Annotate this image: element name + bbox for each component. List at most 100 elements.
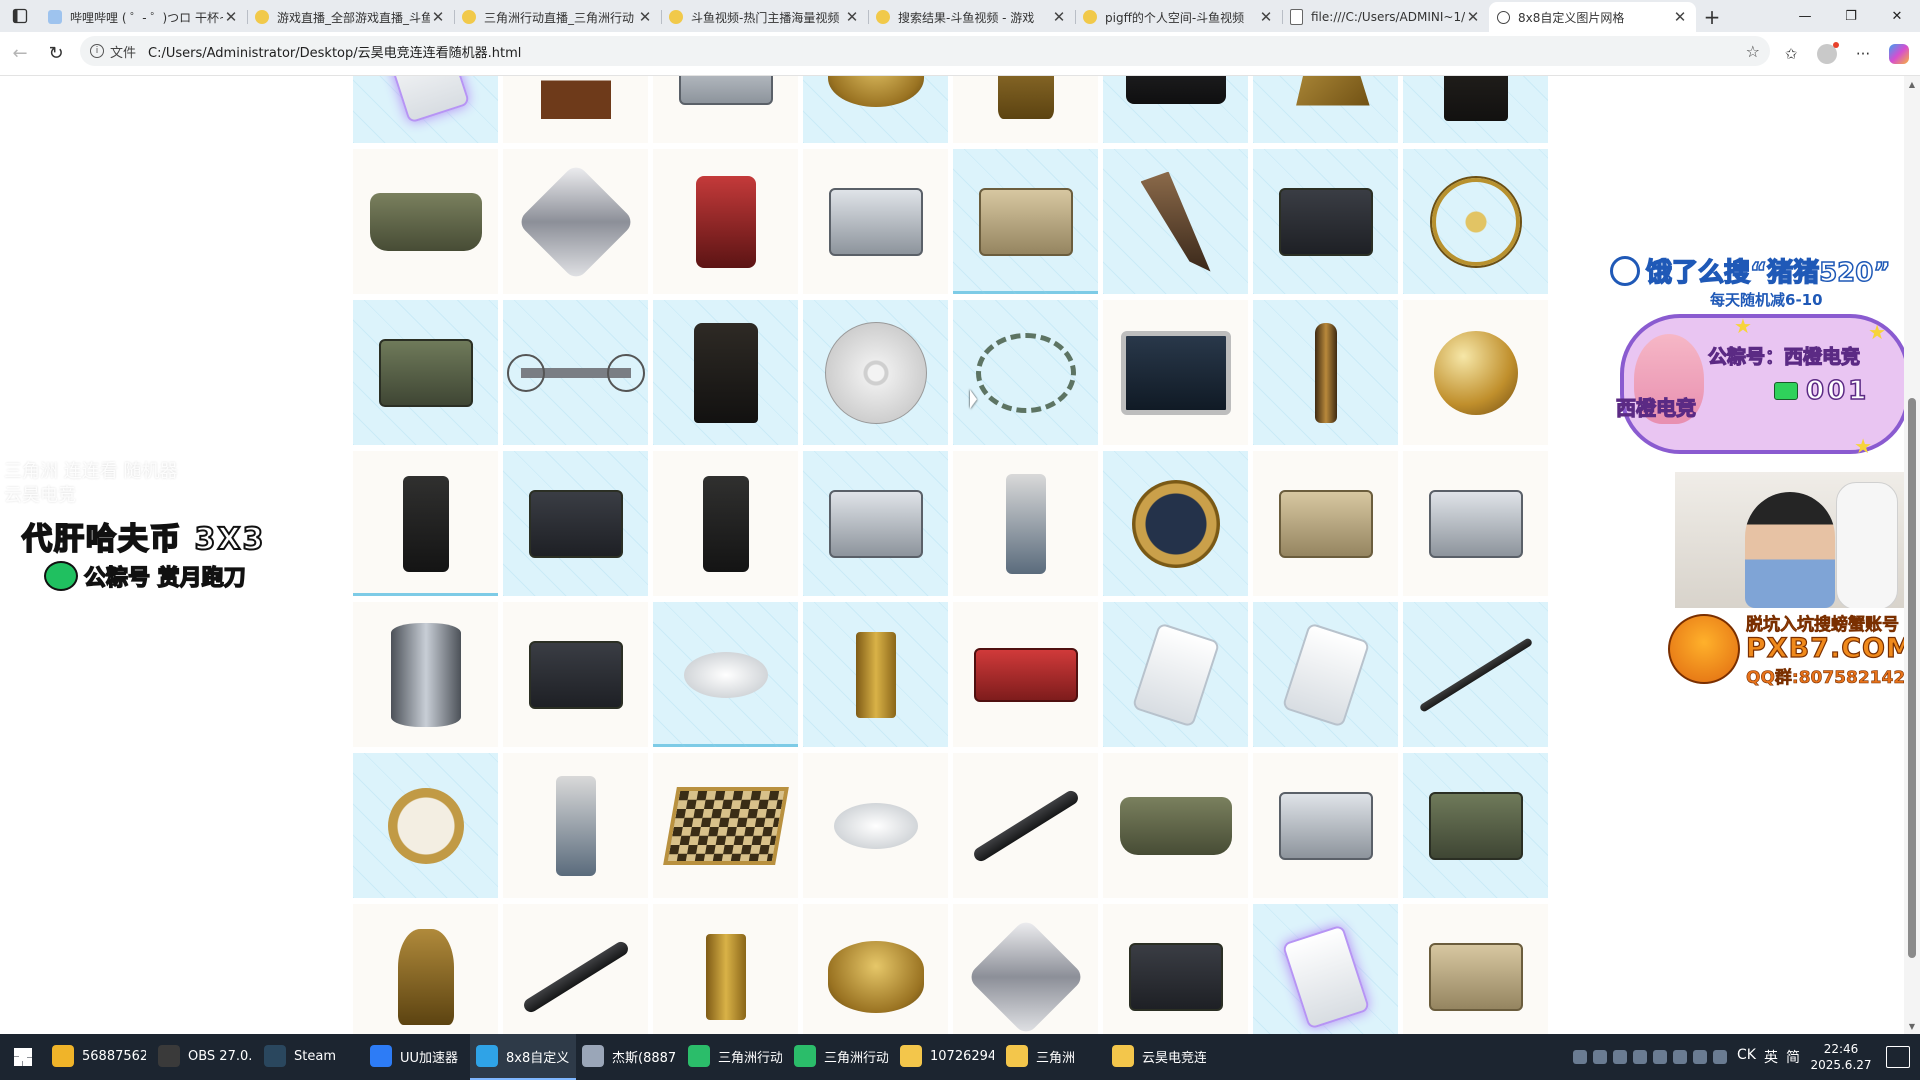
- grid-cell-gold-watch[interactable]: [1103, 451, 1248, 596]
- ime-indicator[interactable]: 简: [1786, 1047, 1800, 1067]
- grid-cell-gramophone[interactable]: [503, 76, 648, 143]
- grid-cell-usb-drive[interactable]: [1103, 602, 1248, 747]
- minimize-button[interactable]: —: [1782, 0, 1828, 32]
- grid-cell-bronze-bust-2[interactable]: [353, 904, 498, 1034]
- grid-cell-medical-monitor[interactable]: [1253, 753, 1398, 898]
- taskbar-app[interactable]: OBS 27.0.1...: [152, 1034, 258, 1080]
- browser-tab[interactable]: file:///C:/Users/ADMINI~1/✕: [1282, 2, 1489, 32]
- grid-cell-missile-2[interactable]: [503, 904, 648, 1034]
- grid-cell-coffee-beans-bag[interactable]: [653, 300, 798, 445]
- grid-cell-military-crate[interactable]: [653, 76, 798, 143]
- grid-cell-data-disc[interactable]: [803, 300, 948, 445]
- grid-cell-fuel-canister[interactable]: [953, 602, 1098, 747]
- grid-cell-gold-bar-2[interactable]: [653, 904, 798, 1034]
- copilot-icon[interactable]: [1886, 41, 1912, 67]
- restore-button[interactable]: ❐: [1828, 0, 1874, 32]
- scroll-down-icon[interactable]: ▼: [1904, 1018, 1920, 1034]
- scroll-thumb[interactable]: [1908, 398, 1916, 958]
- grid-cell-server-stack[interactable]: [1253, 451, 1398, 596]
- info-icon[interactable]: i: [90, 44, 104, 58]
- grid-cell-champagne-bottle[interactable]: [1253, 300, 1398, 445]
- grid-cell-access-card[interactable]: [353, 76, 498, 143]
- taskbar-app[interactable]: UU加速器: [364, 1034, 470, 1080]
- grid-cell-access-card-2[interactable]: [1253, 904, 1398, 1034]
- grid-cell-missile[interactable]: [953, 753, 1098, 898]
- tray-app-icon[interactable]: [1593, 1050, 1608, 1064]
- grid-cell-quad-drone[interactable]: [503, 300, 648, 445]
- grid-cell-reactor-core[interactable]: [353, 602, 498, 747]
- grid-cell-circuit-board[interactable]: [1403, 904, 1548, 1034]
- notification-icon[interactable]: [1886, 1046, 1910, 1068]
- favorites-icon[interactable]: ✩: [1778, 41, 1804, 67]
- grid-cell-floor-vacuum[interactable]: [953, 451, 1098, 596]
- close-window-button[interactable]: ✕: [1874, 0, 1920, 32]
- clock[interactable]: 22:46 2025.6.27: [1810, 1041, 1872, 1073]
- taskbar-app[interactable]: 杰斯(8887...: [576, 1034, 682, 1080]
- grid-cell-military-radio-2[interactable]: [1403, 753, 1548, 898]
- grid-cell-coffee-machine[interactable]: [653, 451, 798, 596]
- browser-tab[interactable]: 8x8自定义图片网格 ✕: [1489, 2, 1696, 32]
- grid-cell-vr-headset[interactable]: [503, 602, 648, 747]
- browser-tab[interactable]: 三角洲行动直播_三角洲行动 ✕: [454, 2, 661, 32]
- taskbar-app[interactable]: 云昊电竞连...: [1106, 1034, 1212, 1080]
- grid-cell-jeweled-egg[interactable]: [1403, 300, 1548, 445]
- grid-cell-server-module[interactable]: [803, 149, 948, 294]
- browser-tab[interactable]: pigff的个人空间-斗鱼视频 ✕: [1075, 2, 1282, 32]
- page-scrollbar[interactable]: ▲ ▼: [1904, 76, 1920, 1034]
- start-button[interactable]: [0, 1034, 46, 1080]
- grid-cell-diamond[interactable]: [503, 149, 648, 294]
- tab-close-icon[interactable]: ✕: [1672, 8, 1688, 26]
- grid-cell-antique-rifle[interactable]: [1403, 602, 1548, 747]
- taskbar-app[interactable]: 三角洲行动: [788, 1034, 894, 1080]
- grid-cell-medical-robot-arm[interactable]: [503, 753, 648, 898]
- grid-cell-field-terminal[interactable]: [953, 149, 1098, 294]
- tray-app-icon[interactable]: [1633, 1050, 1648, 1064]
- grid-cell-satellite-dish[interactable]: [653, 602, 798, 747]
- grid-cell-battle-tank[interactable]: [1103, 753, 1248, 898]
- grid-cell-molecule-keychain[interactable]: [953, 300, 1098, 445]
- taskbar-app[interactable]: 56887562-...: [46, 1034, 152, 1080]
- grid-cell-caviar-tin[interactable]: [803, 76, 948, 143]
- menu-icon[interactable]: ···: [1850, 41, 1876, 67]
- browser-tab[interactable]: 游戏直播_全部游戏直播_斗鱼 ✕: [247, 2, 454, 32]
- grid-cell-diamond-2[interactable]: [953, 904, 1098, 1034]
- scroll-up-icon[interactable]: ▲: [1904, 76, 1920, 92]
- grid-cell-horn-fang[interactable]: [1103, 149, 1248, 294]
- volume-icon[interactable]: [1713, 1050, 1728, 1064]
- grid-cell-blade-server[interactable]: [1403, 451, 1548, 596]
- new-tab-button[interactable]: +: [1696, 2, 1728, 32]
- grid-cell-pocket-compass[interactable]: [353, 753, 498, 898]
- tab-actions-icon[interactable]: [0, 0, 40, 32]
- taskbar-app[interactable]: 三角洲: [1000, 1034, 1106, 1080]
- tray-app-icon[interactable]: [1673, 1050, 1688, 1064]
- url-text[interactable]: C:/Users/Administrator/Desktop/云昊电竞连连看随机…: [148, 42, 1746, 61]
- grid-cell-bronze-bust[interactable]: [953, 76, 1098, 143]
- grid-cell-golden-deer[interactable]: [1253, 76, 1398, 143]
- taskbar-app[interactable]: 8x8自定义...: [470, 1034, 576, 1080]
- tray-app-icon[interactable]: [1573, 1050, 1588, 1064]
- grid-cell-rugged-laptop[interactable]: [1103, 300, 1248, 445]
- grid-cell-rugged-tablet[interactable]: [503, 451, 648, 596]
- tab-close-icon[interactable]: ✕: [1465, 8, 1481, 26]
- taskbar-app[interactable]: Steam: [258, 1034, 364, 1080]
- grid-cell-gold-bar[interactable]: [803, 602, 948, 747]
- grid-cell-armored-vehicle[interactable]: [353, 149, 498, 294]
- grid-cell-armillary-sphere[interactable]: [1403, 149, 1548, 294]
- address-bar[interactable]: i 文件 C:/Users/Administrator/Desktop/云昊电竞…: [80, 36, 1770, 66]
- taskbar-app[interactable]: 10726294: [894, 1034, 1000, 1080]
- tray-app-icon[interactable]: [1653, 1050, 1668, 1064]
- grid-cell-sealed-card[interactable]: [1253, 602, 1398, 747]
- tab-close-icon[interactable]: ✕: [430, 8, 446, 26]
- grid-cell-server-tower[interactable]: [353, 451, 498, 596]
- ime-indicator[interactable]: 英: [1764, 1047, 1778, 1067]
- ime-indicators[interactable]: CK 英简: [1737, 1047, 1800, 1067]
- browser-tab[interactable]: 搜索结果-斗鱼视频 - 游戏 ✕: [868, 2, 1075, 32]
- tray-app-icon[interactable]: [1613, 1050, 1628, 1064]
- browser-tab[interactable]: 哔哩哔哩 ( ゜- ゜)つロ 干杯~ ✕: [40, 2, 247, 32]
- ime-indicator[interactable]: CK: [1737, 1047, 1756, 1067]
- tab-close-icon[interactable]: ✕: [1258, 8, 1274, 26]
- grid-cell-caviar-tin-2[interactable]: [803, 904, 948, 1034]
- grid-cell-chess-set[interactable]: [653, 753, 798, 898]
- tab-close-icon[interactable]: ✕: [844, 8, 860, 26]
- grid-cell-black-tablet[interactable]: [1103, 904, 1248, 1034]
